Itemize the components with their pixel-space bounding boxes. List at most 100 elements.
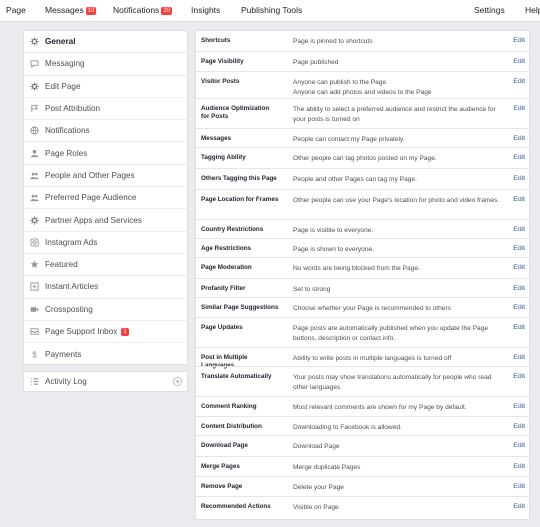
setting-row-download-page[interactable]: Download Page Download Page Edit xyxy=(196,435,531,456)
sidebar-item-preferred-page-audience[interactable]: Preferred Page Audience xyxy=(24,187,187,210)
setting-value: The ability to select a preferred audien… xyxy=(293,106,496,123)
sidebar-item-label: Page Roles xyxy=(45,148,88,158)
edit-link[interactable]: Edit xyxy=(513,442,525,449)
sidebar-item-instagram-ads[interactable]: Instagram Ads xyxy=(24,232,187,254)
setting-row-audience-optimization-for-posts[interactable]: Audience Optimization for Posts The abili… xyxy=(196,98,531,128)
setting-row-shortcuts[interactable]: Shortcuts Page is pinned to shortcuts Edit xyxy=(196,31,531,51)
sidebar-item-edit-page[interactable]: Edit Page xyxy=(24,76,187,98)
sidebar-item-featured[interactable]: Featured xyxy=(24,254,187,277)
notifications-badge: 20 xyxy=(161,7,172,15)
edit-link[interactable]: Edit xyxy=(513,175,525,182)
edit-link[interactable]: Edit xyxy=(513,354,525,361)
setting-value: Download Page xyxy=(293,443,340,450)
setting-value: Page is visible to everyone. xyxy=(293,227,374,234)
activity-log-button[interactable]: Activity Log + xyxy=(23,371,188,392)
edit-link[interactable]: Edit xyxy=(513,285,525,292)
setting-row-messages[interactable]: Messages People can contact my Page priva… xyxy=(196,128,531,147)
settings-sidebar: General Messaging Edit Page Post Attributio… xyxy=(23,30,188,365)
setting-value: Merge duplicate Pages xyxy=(293,464,361,471)
sidebar-item-crossposting[interactable]: Crossposting xyxy=(24,299,187,321)
setting-label: Merge Pages xyxy=(201,463,240,470)
edit-link[interactable]: Edit xyxy=(513,423,525,430)
setting-value: Ability to write posts in multiple langu… xyxy=(293,355,452,362)
edit-link[interactable]: Edit xyxy=(513,483,525,490)
edit-link[interactable]: Edit xyxy=(513,264,525,271)
setting-value: Most relevant comments are shown for my … xyxy=(293,404,467,411)
setting-label: Visitor Posts xyxy=(201,78,240,85)
setting-value: Downloading to Facebook is allowed. xyxy=(293,424,402,431)
setting-label: Download Page xyxy=(201,442,248,449)
sidebar-item-page-roles[interactable]: Page Roles xyxy=(24,142,187,165)
people-icon xyxy=(30,171,39,180)
setting-row-country-restrictions[interactable]: Country Restrictions Page is visible to e… xyxy=(196,219,531,238)
setting-label: Profanity Filter xyxy=(201,285,246,292)
sidebar-item-people-and-other-pages[interactable]: People and Other Pages xyxy=(24,165,187,188)
setting-row-visitor-posts[interactable]: Visitor Posts Anyone can publish to the P… xyxy=(196,71,531,98)
setting-row-recommended-actions[interactable]: Recommended Actions Visible on Page Edit xyxy=(196,496,531,516)
setting-value: Your posts may show translations automat… xyxy=(293,374,492,391)
setting-row-comment-ranking[interactable]: Comment Ranking Most relevant comments ar… xyxy=(196,396,531,416)
edit-link[interactable]: Edit xyxy=(513,58,525,65)
setting-label: Comment Ranking xyxy=(201,403,257,410)
edit-link[interactable]: Edit xyxy=(513,463,525,470)
setting-label: Recommended Actions xyxy=(201,503,271,510)
tab-publishing-tools[interactable]: Publishing Tools xyxy=(241,5,302,15)
setting-row-content-distribution[interactable]: Content Distribution Downloading to Faceb… xyxy=(196,416,531,435)
sidebar-item-label: People and Other Pages xyxy=(45,170,135,180)
sidebar-item-payments[interactable]: $ Payments xyxy=(24,343,187,365)
setting-row-age-restrictions[interactable]: Age Restrictions Page is shown to everyon… xyxy=(196,238,531,257)
video-icon xyxy=(30,305,39,314)
sidebar-item-partner-apps-and-services[interactable]: Partner Apps and Services xyxy=(24,209,187,232)
setting-row-page-location-for-frames[interactable]: Page Location for Frames Other people can… xyxy=(196,189,531,219)
edit-link[interactable]: Edit xyxy=(513,196,525,203)
tab-page[interactable]: Page xyxy=(6,5,26,15)
sidebar-item-general[interactable]: General xyxy=(24,31,187,54)
sidebar-item-label: Payments xyxy=(45,349,82,359)
edit-link[interactable]: Edit xyxy=(513,403,525,410)
sidebar-item-post-attribution[interactable]: Post Attribution xyxy=(24,98,187,121)
setting-row-translate-automatically[interactable]: Translate Automatically Your posts may sh… xyxy=(196,366,531,396)
add-icon[interactable]: + xyxy=(173,377,182,386)
edit-link[interactable]: Edit xyxy=(513,373,525,380)
setting-row-page-updates[interactable]: Page Updates Page posts are automatically… xyxy=(196,317,531,347)
edit-link[interactable]: Edit xyxy=(513,245,525,252)
edit-link[interactable]: Edit xyxy=(513,226,525,233)
support-inbox-badge: 1 xyxy=(121,327,129,336)
edit-link[interactable]: Edit xyxy=(513,78,525,85)
edit-link[interactable]: Edit xyxy=(513,135,525,142)
edit-link[interactable]: Edit xyxy=(513,37,525,44)
setting-value: Anyone can publish to the Page Anyone ca… xyxy=(293,79,432,96)
edit-link[interactable]: Edit xyxy=(513,503,525,510)
sidebar-item-messaging[interactable]: Messaging xyxy=(24,53,187,76)
sidebar-item-page-support-inbox[interactable]: Page Support Inbox 1 xyxy=(24,321,187,344)
tab-notifications[interactable]: Notifications 20 xyxy=(113,5,172,15)
setting-label: Audience Optimization for Posts xyxy=(201,105,270,120)
setting-row-tagging-ability[interactable]: Tagging Ability Other people can tag phot… xyxy=(196,147,531,168)
edit-link[interactable]: Edit xyxy=(513,154,525,161)
edit-link[interactable]: Edit xyxy=(513,324,525,331)
sidebar-item-label: Instagram Ads xyxy=(45,237,98,247)
setting-row-page-moderation[interactable]: Page Moderation No words are being blocke… xyxy=(196,257,531,278)
dollar-icon: $ xyxy=(30,350,39,358)
setting-row-merge-pages[interactable]: Merge Pages Merge duplicate Pages Edit xyxy=(196,456,531,476)
edit-link[interactable]: Edit xyxy=(513,304,525,311)
setting-value: Choose whether your Page is recommended … xyxy=(293,305,451,312)
setting-row-others-tagging-this-page[interactable]: Others Tagging this Page People and other… xyxy=(196,168,531,189)
person-icon xyxy=(30,149,39,158)
gear-icon xyxy=(30,37,39,46)
sidebar-item-notifications[interactable]: Notifications xyxy=(24,120,187,143)
setting-row-profanity-filter[interactable]: Profanity Filter Set to strong Edit xyxy=(196,278,531,297)
setting-row-page-visibility[interactable]: Page Visibility Page published Edit xyxy=(196,51,531,71)
setting-row-remove-page[interactable]: Remove Page Delete your Page Edit xyxy=(196,476,531,496)
setting-row-similar-page-suggestions[interactable]: Similar Page Suggestions Choose whether y… xyxy=(196,297,531,317)
setting-label: Others Tagging this Page xyxy=(201,175,277,182)
setting-row-post-in-multiple-languages[interactable]: Post in Multiple Languages Ability to wri… xyxy=(196,347,531,369)
tab-insights[interactable]: Insights xyxy=(191,5,220,15)
sidebar-item-instant-articles[interactable]: Instant Articles xyxy=(24,276,187,299)
message-icon xyxy=(30,59,39,69)
edit-link[interactable]: Edit xyxy=(513,105,525,112)
tab-settings[interactable]: Settings xyxy=(474,5,505,15)
tab-help[interactable]: Help xyxy=(525,5,540,15)
tab-messages[interactable]: Messages 10 xyxy=(45,5,97,15)
setting-label: Similar Page Suggestions xyxy=(201,304,279,311)
